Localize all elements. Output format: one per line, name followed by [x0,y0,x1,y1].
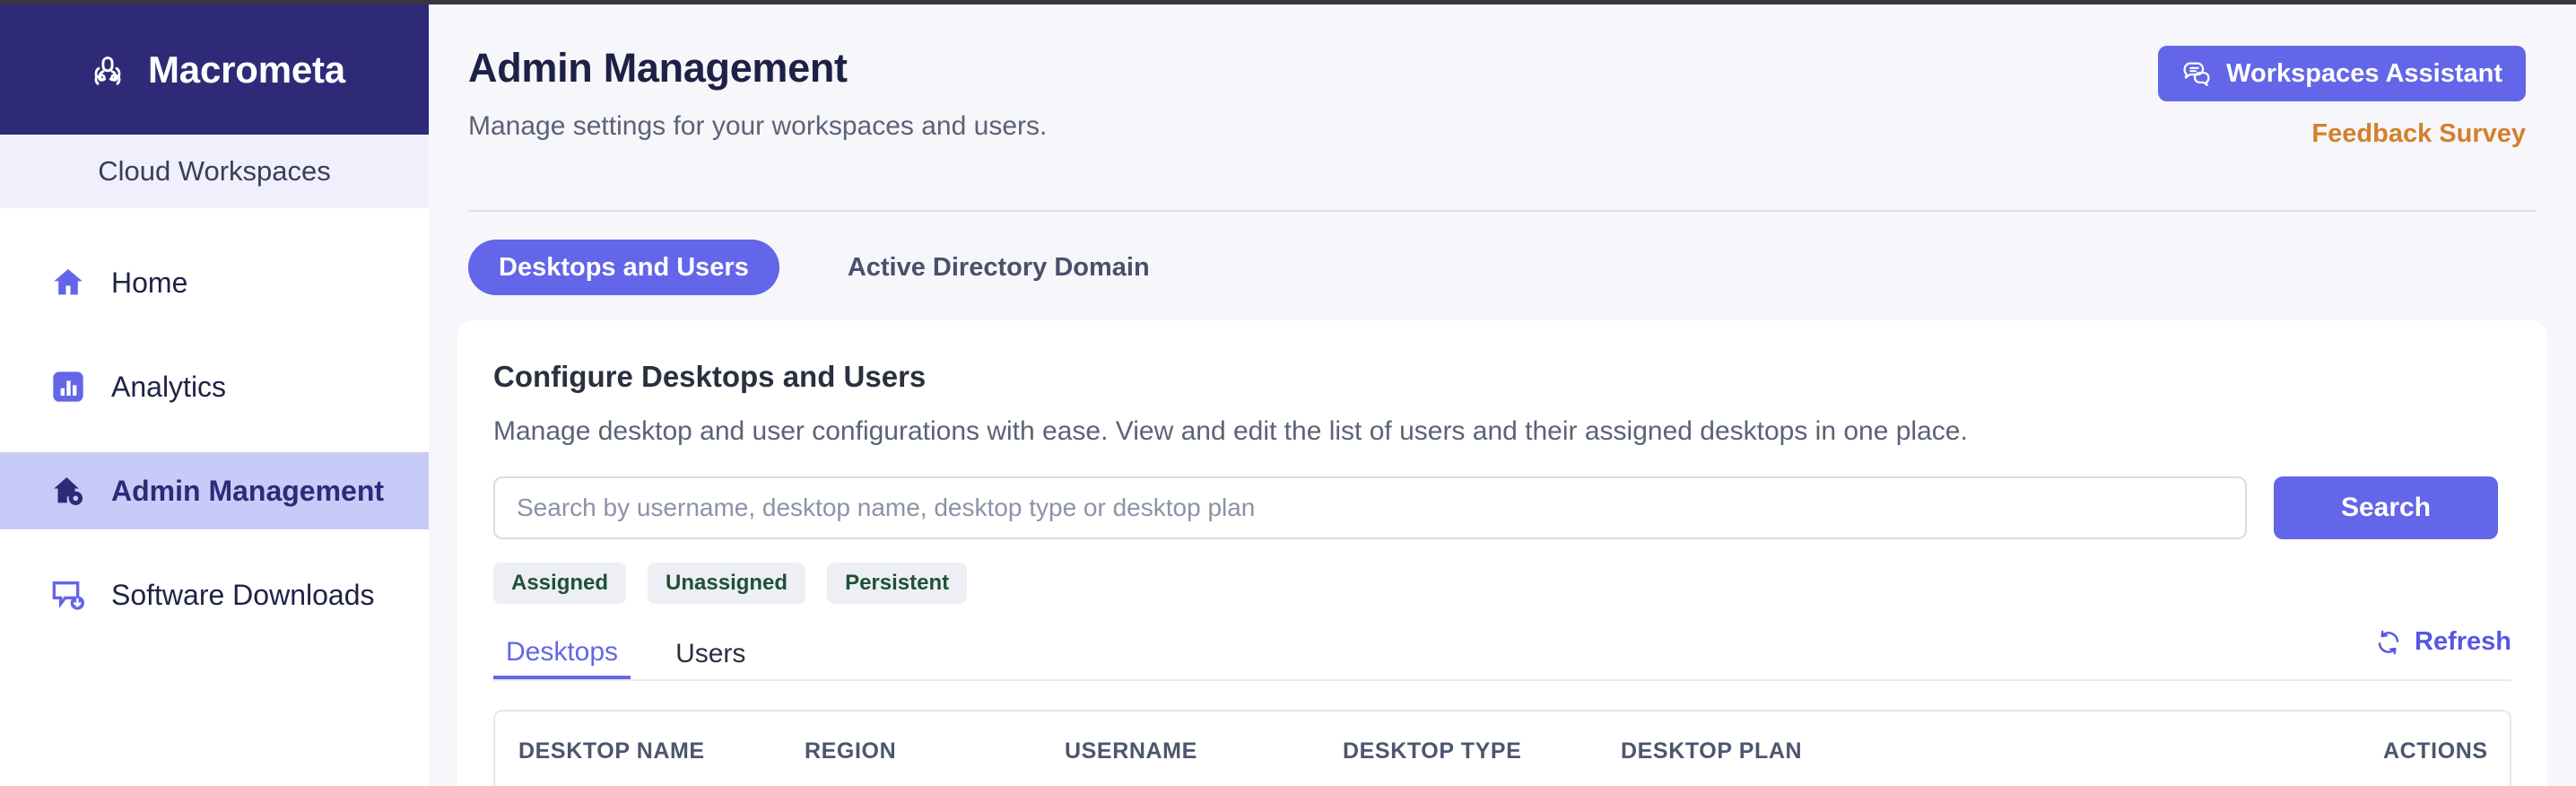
desktops-table-grid: DESKTOP NAME REGION USERNAME DESKTOP TYP… [495,712,2510,786]
table-header: DESKTOP NAME REGION USERNAME DESKTOP TYP… [495,712,2510,786]
tab-active-directory-domain[interactable]: Active Directory Domain [817,240,1180,295]
brand-header[interactable]: Macrometa [0,4,429,135]
column-header-spacer [2006,712,2383,786]
filter-chip-assigned[interactable]: Assigned [493,563,627,604]
column-header-desktop-plan[interactable]: DESKTOP PLAN [1621,712,2006,786]
home-gear-icon [54,477,83,505]
filter-chip-unassigned[interactable]: Unassigned [648,563,806,604]
tab-desktops-and-users[interactable]: Desktops and Users [468,240,779,295]
sidebar-item-label-analytics: Analytics [111,370,227,403]
filter-chip-persistent[interactable]: Persistent [827,563,968,604]
sub-tab-users[interactable]: Users [663,624,758,679]
page-header: Admin Management Manage settings for you… [429,4,2576,148]
workspace-label-text: Cloud Workspaces [98,155,331,187]
table-header-row: DESKTOP NAME REGION USERNAME DESKTOP TYP… [495,712,2510,786]
refresh-icon [2378,630,2399,654]
filter-chip-group: Assigned Unassigned Persistent [493,563,2511,604]
sidebar-item-label-admin-management: Admin Management [111,474,385,507]
configure-card: Configure Desktops and Users Manage desk… [457,320,2547,786]
brand-name: Macrometa [148,48,345,91]
column-header-desktop-type[interactable]: DESKTOP TYPE [1343,712,1621,786]
home-icon [54,269,83,295]
column-header-desktop-name[interactable]: DESKTOP NAME [495,712,805,786]
search-row: Search [493,476,2511,539]
workspaces-assistant-label: Workspaces Assistant [2226,58,2502,88]
sidebar-item-label-software-downloads: Software Downloads [111,578,375,611]
column-header-actions: ACTIONS [2383,738,2488,764]
column-header-region[interactable]: REGION [805,712,1065,786]
refresh-label: Refresh [2415,627,2511,656]
workspace-label: Cloud Workspaces [0,135,429,208]
sidebar-item-label-home: Home [111,266,188,299]
search-button[interactable]: Search [2274,476,2498,539]
sidebar-item-admin-management[interactable]: Admin Management [0,452,429,529]
card-title: Configure Desktops and Users [493,360,927,393]
card-description: Manage desktop and user configurations w… [493,416,1968,446]
sidebar-item-analytics[interactable]: Analytics [0,348,429,425]
top-tab-bar: Desktops and Users Active Directory Doma… [468,240,1180,295]
sub-tab-desktops[interactable]: Desktops [493,624,631,679]
sub-tab-bar: Desktops Users Refresh [493,624,2511,681]
feedback-survey-link[interactable]: Feedback Survey [2311,119,2526,149]
chat-bubbles-icon [2183,62,2210,86]
app-root: Macrometa Cloud Workspaces Home Analytic… [0,0,2576,786]
search-input[interactable] [493,476,2247,539]
sidebar-item-home[interactable]: Home [0,244,429,321]
workspaces-assistant-button[interactable]: Workspaces Assistant [2158,46,2526,101]
header-actions: Workspaces Assistant Feedback Survey [2158,46,2526,149]
header-divider [468,210,2537,212]
bar-chart-icon [53,371,83,402]
main-content: Admin Management Manage settings for you… [429,4,2576,786]
sidebar-nav: Home Analytics Admin Management Software… [0,208,429,633]
column-header-username[interactable]: USERNAME [1065,712,1343,786]
refresh-button[interactable]: Refresh [2375,627,2511,657]
monitor-download-icon [52,581,84,610]
sidebar: Macrometa Cloud Workspaces Home Analytic… [0,4,429,786]
sidebar-item-software-downloads[interactable]: Software Downloads [0,556,429,633]
desktops-table: DESKTOP NAME REGION USERNAME DESKTOP TYP… [493,710,2511,786]
octopus-logo-icon [94,56,121,85]
